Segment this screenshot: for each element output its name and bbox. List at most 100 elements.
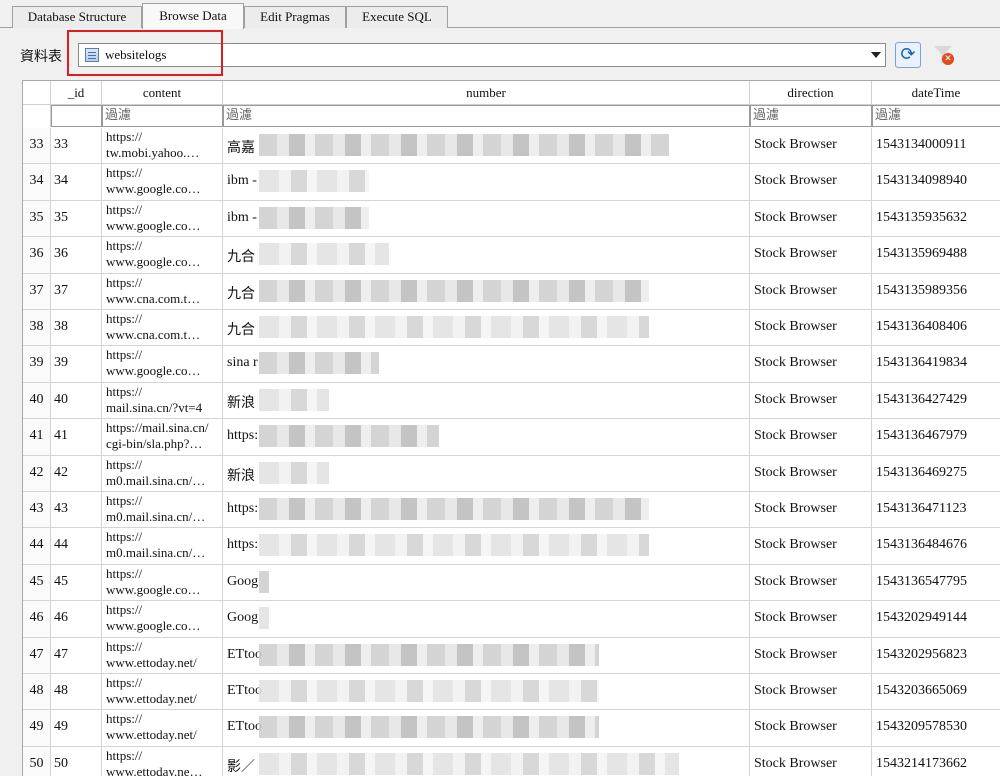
cell-direction[interactable]: Stock Browser xyxy=(750,528,872,564)
table-row[interactable]: 40 40 https:// mail.sina.cn/?vt=4 新浪 Stock B… xyxy=(23,382,1000,420)
cell-id[interactable]: 48 xyxy=(51,674,102,710)
cell-content[interactable]: https:// www.google.co… xyxy=(102,200,223,237)
tab-edit-pragmas[interactable]: Edit Pragmas xyxy=(244,6,346,28)
cell-content[interactable]: https://mail.sina.cn/ cgi-bin/sla.php?… xyxy=(102,419,223,455)
filter-input-direction[interactable]: 過濾 xyxy=(750,105,872,127)
row-number[interactable]: 46 xyxy=(23,601,51,637)
cell-datetime[interactable]: 1543136484676 xyxy=(872,528,1000,563)
cell-content[interactable]: https:// mail.sina.cn/?vt=4 xyxy=(102,382,223,419)
row-number[interactable]: 44 xyxy=(23,528,51,564)
cell-direction[interactable]: Stock Browser xyxy=(750,419,872,455)
cell-datetime[interactable]: 1543203665069 xyxy=(872,674,1000,709)
cell-datetime[interactable]: 1543202956823 xyxy=(872,638,1000,673)
tab-execute-sql[interactable]: Execute SQL xyxy=(346,6,448,28)
chevron-down-icon[interactable] xyxy=(871,52,881,58)
cell-number[interactable]: ETtoo xyxy=(223,674,750,710)
column-header-datetime[interactable]: dateTime xyxy=(872,81,1000,105)
cell-content[interactable]: https:// www.ettoday.net/ xyxy=(102,674,223,710)
row-number[interactable]: 45 xyxy=(23,564,51,601)
cell-direction[interactable]: Stock Browser xyxy=(750,601,872,637)
cell-number[interactable]: 九合 xyxy=(223,310,750,346)
cell-content[interactable]: https:// www.ettoday.net/ xyxy=(102,710,223,746)
table-row[interactable]: 47 47 https:// www.ettoday.net/ETtoo Stock … xyxy=(23,637,1000,674)
row-number[interactable]: 39 xyxy=(23,346,51,382)
row-number[interactable]: 47 xyxy=(23,637,51,673)
cell-datetime[interactable]: 1543134098940 xyxy=(872,164,1000,199)
cell-number[interactable]: 九合 xyxy=(223,273,750,309)
cell-number[interactable]: ETtoo xyxy=(223,710,750,746)
cell-direction[interactable]: Stock Browser xyxy=(750,273,872,309)
column-header-content[interactable]: content xyxy=(102,81,223,105)
cell-id[interactable]: 45 xyxy=(51,564,102,601)
cell-content[interactable]: https:// www.ettoday.ne… xyxy=(102,746,223,776)
table-row[interactable]: 37 37 https:// www.cna.com.t… 九合 Stock Brows… xyxy=(23,273,1000,310)
cell-id[interactable]: 50 xyxy=(51,746,102,776)
cell-datetime[interactable]: 1543214173662 xyxy=(872,747,1000,776)
cell-content[interactable]: https:// m0.mail.sina.cn/… xyxy=(102,492,223,528)
cell-number[interactable]: ETtoo xyxy=(223,637,750,673)
row-number[interactable]: 36 xyxy=(23,237,51,273)
table-row[interactable]: 45 45 https:// www.google.co… Goog Stock Bro… xyxy=(23,564,1000,602)
row-number[interactable]: 43 xyxy=(23,492,51,528)
cell-datetime[interactable]: 1543136471123 xyxy=(872,492,1000,527)
clear-filters-button[interactable]: ✕ xyxy=(930,42,956,68)
cell-number[interactable]: https: xyxy=(223,492,750,528)
cell-id[interactable]: 38 xyxy=(51,310,102,346)
cell-direction[interactable]: Stock Browser xyxy=(750,382,872,419)
tab-database-structure[interactable]: Database Structure xyxy=(12,6,142,28)
cell-direction[interactable]: Stock Browser xyxy=(750,455,872,491)
table-row[interactable]: 44 44 https:// m0.mail.sina.cn/… https: Stoc… xyxy=(23,528,1000,565)
cell-number[interactable]: https: xyxy=(223,419,750,455)
cell-direction[interactable]: Stock Browser xyxy=(750,128,872,164)
cell-direction[interactable]: Stock Browser xyxy=(750,674,872,710)
cell-content[interactable]: https:// www.google.co… xyxy=(102,164,223,200)
table-row[interactable]: 48 48 https:// www.ettoday.net/ETtoo Stock … xyxy=(23,674,1000,711)
cell-number[interactable]: https: xyxy=(223,528,750,564)
cell-datetime[interactable]: 1543136467979 xyxy=(872,419,1000,454)
cell-number[interactable]: ibm - xyxy=(223,164,750,200)
cell-id[interactable]: 49 xyxy=(51,710,102,746)
table-row[interactable]: 41 41 https://mail.sina.cn/ cgi-bin/sla.ph… xyxy=(23,419,1000,456)
cell-datetime[interactable]: 1543135969488 xyxy=(872,237,1000,272)
cell-content[interactable]: https:// tw.mobi.yahoo.… xyxy=(102,128,223,164)
cell-id[interactable]: 47 xyxy=(51,637,102,673)
table-select-dropdown[interactable]: websitelogs xyxy=(78,43,886,67)
cell-content[interactable]: https:// www.ettoday.net/ xyxy=(102,637,223,673)
cell-content[interactable]: https:// www.google.co… xyxy=(102,237,223,273)
table-row[interactable]: 33 33 https:// tw.mobi.yahoo.… 高嘉 Stock Brow… xyxy=(23,128,1000,165)
table-row[interactable]: 46 46 https:// www.google.co… Goog Stock Bro… xyxy=(23,601,1000,638)
row-number[interactable]: 35 xyxy=(23,200,51,237)
cell-content[interactable]: https:// m0.mail.sina.cn/… xyxy=(102,528,223,564)
cell-number[interactable]: 新浪 xyxy=(223,455,750,491)
cell-number[interactable]: Goog xyxy=(223,601,750,637)
table-row[interactable]: 50 50 https:// www.ettoday.ne… 影／ Stock Brow… xyxy=(23,746,1000,776)
cell-direction[interactable]: Stock Browser xyxy=(750,492,872,528)
cell-id[interactable]: 42 xyxy=(51,455,102,491)
cell-id[interactable]: 33 xyxy=(51,128,102,164)
cell-direction[interactable]: Stock Browser xyxy=(750,164,872,200)
cell-number[interactable]: 高嘉 xyxy=(223,128,750,164)
cell-direction[interactable]: Stock Browser xyxy=(750,746,872,776)
cell-datetime[interactable]: 1543135935632 xyxy=(872,201,1000,236)
cell-id[interactable]: 44 xyxy=(51,528,102,564)
cell-number[interactable]: Goog xyxy=(223,564,750,601)
cell-number[interactable]: 新浪 xyxy=(223,382,750,419)
table-row[interactable]: 43 43 https:// m0.mail.sina.cn/… https: Stoc… xyxy=(23,492,1000,529)
cell-datetime[interactable]: 1543202949144 xyxy=(872,601,1000,636)
table-row[interactable]: 35 35 https:// www.google.co… ibm - Stock Br… xyxy=(23,200,1000,238)
cell-number[interactable]: 九合 xyxy=(223,237,750,273)
row-number[interactable]: 48 xyxy=(23,674,51,710)
row-number[interactable]: 34 xyxy=(23,164,51,200)
cell-datetime[interactable]: 1543135989356 xyxy=(872,274,1000,309)
row-number[interactable]: 38 xyxy=(23,310,51,346)
cell-direction[interactable]: Stock Browser xyxy=(750,564,872,601)
cell-direction[interactable]: Stock Browser xyxy=(750,237,872,273)
cell-direction[interactable]: Stock Browser xyxy=(750,710,872,746)
column-header-direction[interactable]: direction xyxy=(750,81,872,105)
cell-content[interactable]: https:// m0.mail.sina.cn/… xyxy=(102,455,223,491)
refresh-button[interactable]: ⟳ xyxy=(895,42,921,68)
table-row[interactable]: 34 34 https:// www.google.co… ibm - Stock Br… xyxy=(23,164,1000,201)
cell-content[interactable]: https:// www.google.co… xyxy=(102,346,223,382)
row-number[interactable]: 33 xyxy=(23,128,51,164)
data-grid[interactable]: _id content number direction dateTime 過濾… xyxy=(22,80,1000,776)
